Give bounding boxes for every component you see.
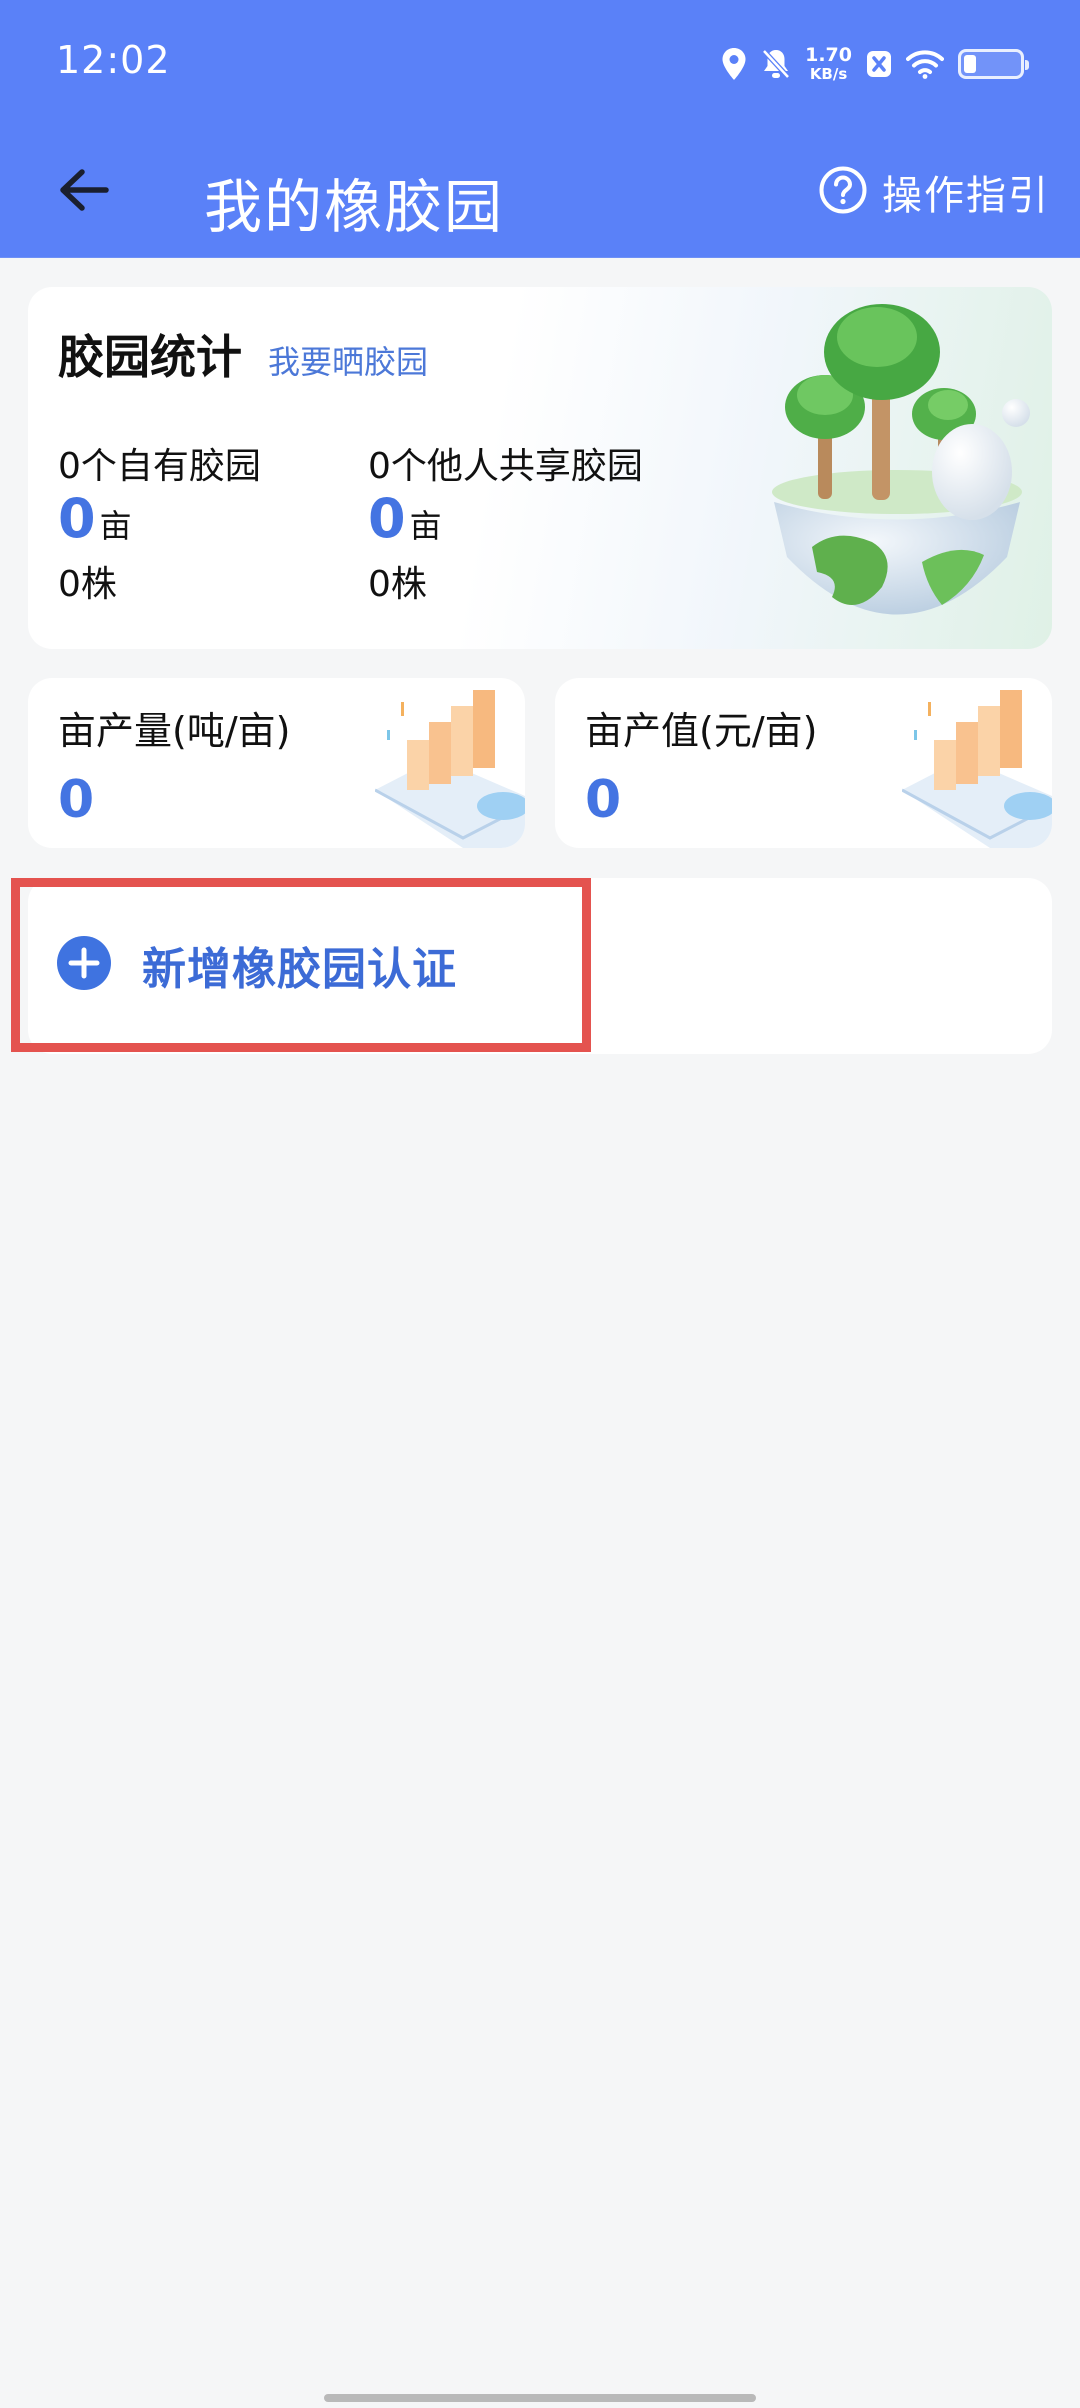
value-per-mu-card: 亩产值(元/亩) 0 xyxy=(555,678,1052,848)
back-button[interactable] xyxy=(44,152,124,232)
shared-plantation-count: 0个他人共享胶园 xyxy=(368,446,643,487)
guide-label: 操作指引 xyxy=(882,173,1050,219)
shared-plantation-stats: 0个他人共享胶园 0 亩 0株 xyxy=(368,437,643,607)
net-speed-unit: KB/s xyxy=(809,65,848,83)
net-speed: 1.70 KB/s xyxy=(805,46,852,82)
home-indicator[interactable] xyxy=(324,2394,756,2402)
bar-chart-illustration xyxy=(375,690,525,848)
battery-level xyxy=(964,55,976,73)
own-plantation-count: 0个自有胶园 xyxy=(58,446,261,487)
stats-title: 胶园统计 xyxy=(58,330,242,384)
yield-per-mu-value: 0 xyxy=(58,770,95,830)
share-plantation-link[interactable]: 我要晒胶园 xyxy=(268,337,428,383)
location-icon xyxy=(721,47,747,81)
own-area-unit: 亩 xyxy=(99,507,132,545)
nav-bar: 我的橡胶园 操作指引 xyxy=(0,130,1080,258)
bar-chart-illustration xyxy=(902,690,1052,848)
status-bar: 12:02 1.70 KB/s xyxy=(0,0,1080,130)
status-icons: 1.70 KB/s xyxy=(721,42,1029,86)
highlight-box xyxy=(11,878,591,1052)
page-title: 我的橡胶园 xyxy=(204,173,505,241)
own-plantation-trees: 0株 xyxy=(58,564,117,605)
plantation-stats-card: 胶园统计 我要晒胶园 0个自有胶园 0 亩 0株 0个他人共享胶园 0 亩 0株 xyxy=(28,287,1052,649)
own-plantation-stats: 0个自有胶园 0 亩 0株 xyxy=(58,437,261,607)
shared-area-unit: 亩 xyxy=(409,507,442,545)
arrow-left-icon xyxy=(58,167,110,217)
own-area-value: 0 xyxy=(58,487,96,550)
value-per-mu-label: 亩产值(元/亩) xyxy=(585,709,818,753)
app-header: 12:02 1.70 KB/s 我的橡胶园 操作指引 xyxy=(0,0,1080,258)
guide-button[interactable]: 操作指引 xyxy=(818,152,1050,232)
net-speed-value: 1.70 xyxy=(805,44,852,66)
wifi-icon xyxy=(906,49,944,79)
globe-trees-illustration xyxy=(772,304,1030,615)
value-per-mu-value: 0 xyxy=(585,770,622,830)
status-time: 12:02 xyxy=(56,38,171,82)
shared-area-value: 0 xyxy=(368,487,406,550)
battery-icon xyxy=(958,49,1029,79)
own-plantation-area: 0 亩 xyxy=(58,487,261,553)
app-notification-icon xyxy=(866,50,892,78)
yield-per-mu-label: 亩产量(吨/亩) xyxy=(58,709,291,753)
question-circle-icon xyxy=(818,165,868,219)
shared-plantation-area: 0 亩 xyxy=(368,487,643,553)
shared-plantation-trees: 0株 xyxy=(368,564,427,605)
yield-per-mu-card: 亩产量(吨/亩) 0 xyxy=(28,678,525,848)
mute-icon xyxy=(761,48,791,80)
